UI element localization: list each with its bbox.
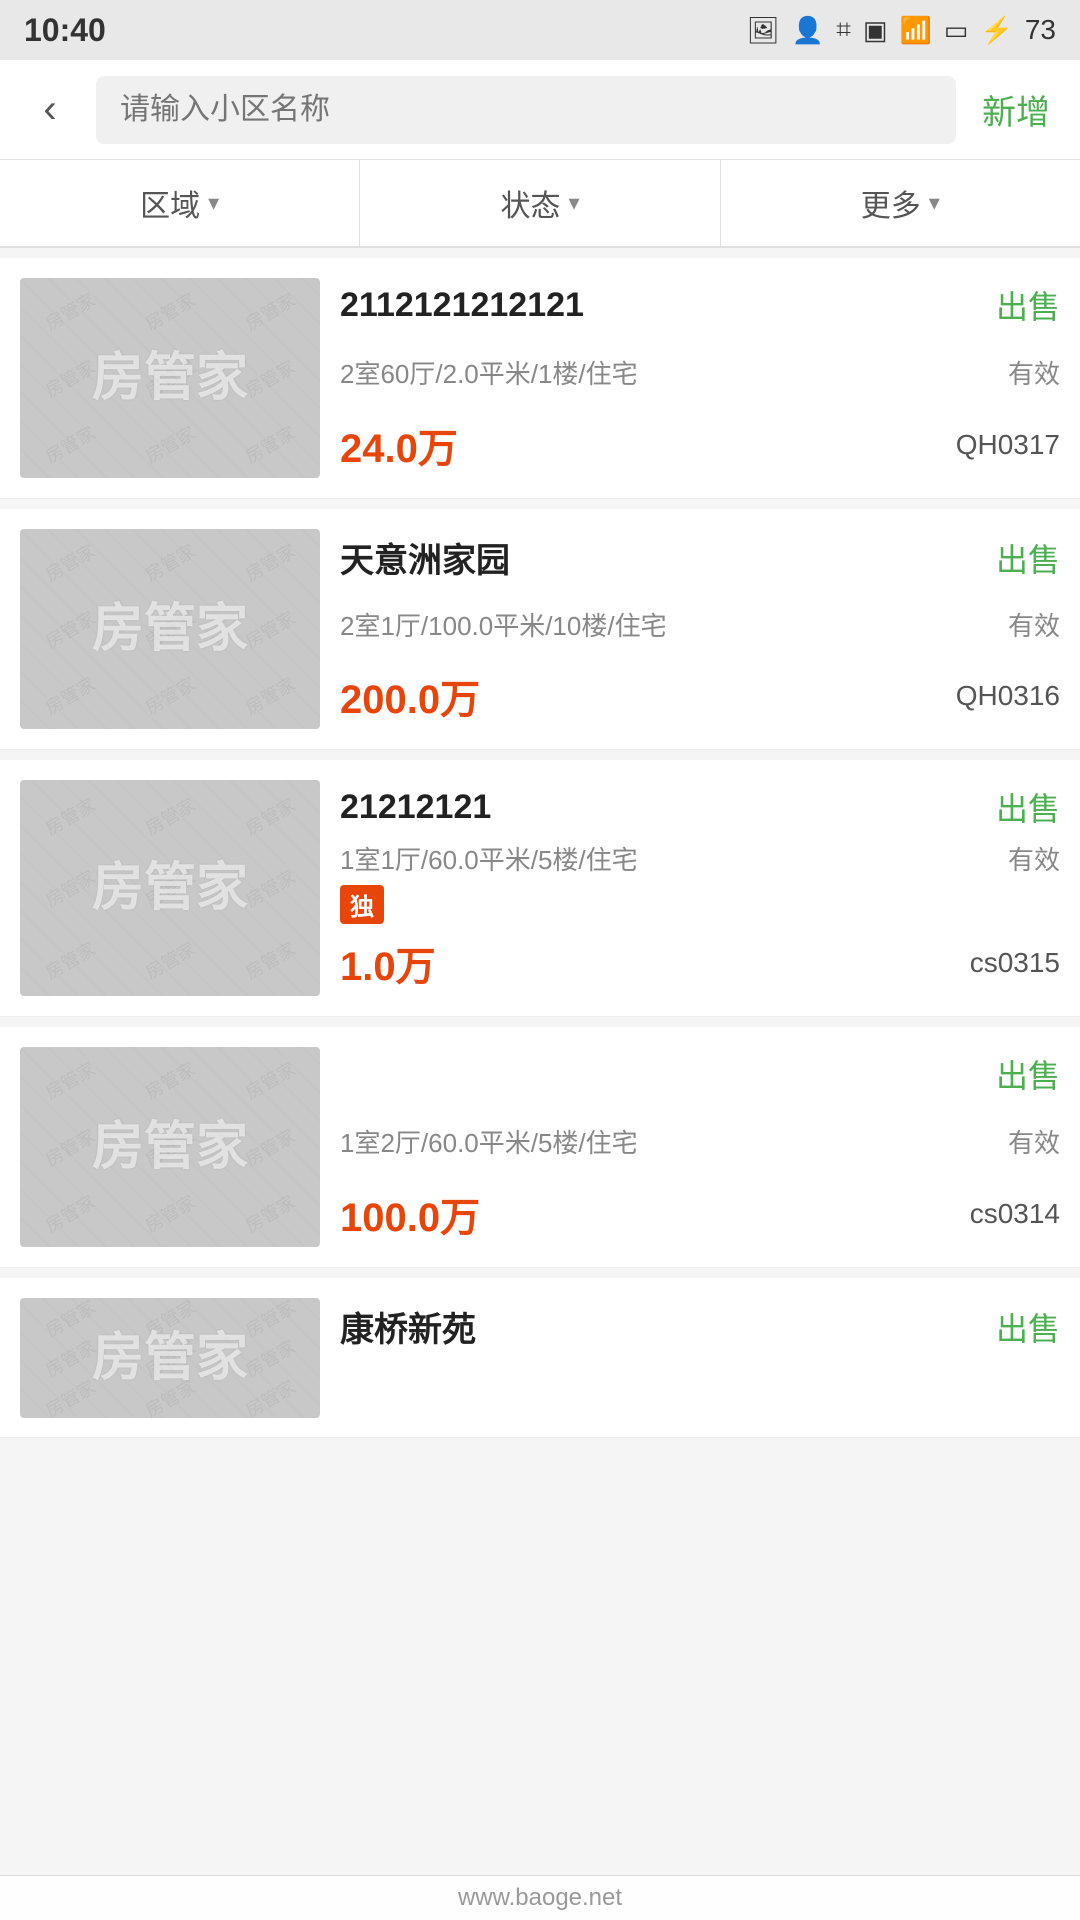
thumb-text: 房管家 xyxy=(92,347,248,409)
back-button[interactable]: ‹ xyxy=(20,87,80,132)
filter-more[interactable]: 更多 ▾ xyxy=(721,160,1080,246)
listing-title: 21212121 xyxy=(340,788,491,827)
listing-sale-status: 出售 xyxy=(996,1051,1060,1097)
dual-sim-icon: ▣ xyxy=(863,15,888,46)
listing-meta: 1室1厅/60.0平米/5楼/住宅 有效 xyxy=(340,840,1060,877)
header: ‹ 新增 xyxy=(0,60,1080,160)
listing-info: 出售 1室2厅/60.0平米/5楼/住宅 有效 100.0万 cs0314 xyxy=(340,1047,1060,1247)
filter-area[interactable]: 区域 ▾ xyxy=(0,160,360,246)
listing-sale-status: 出售 xyxy=(996,784,1060,830)
filter-bar: 区域 ▾ 状态 ▾ 更多 ▾ xyxy=(0,160,1080,248)
listing-top-row: 天意洲家园 出售 xyxy=(340,533,1060,582)
thumb-text: 房管家 xyxy=(92,857,248,919)
listing-thumbnail: 房管家房管家房管家 房管家房管家房管家 房管家房管家房管家 房管家 xyxy=(20,780,320,996)
listing-thumbnail: 房管家房管家房管家 房管家房管家房管家 房管家房管家房管家 房管家 xyxy=(20,1298,320,1418)
listing-top-row: 出售 xyxy=(340,1051,1060,1097)
listing-card[interactable]: 房管家房管家房管家 房管家房管家房管家 房管家房管家房管家 房管家 212121… xyxy=(0,760,1080,1017)
listing-card[interactable]: 房管家房管家房管家 房管家房管家房管家 房管家房管家房管家 房管家 211212… xyxy=(0,258,1080,499)
listing-valid: 有效 xyxy=(1008,354,1060,391)
filter-more-arrow: ▾ xyxy=(929,190,940,216)
search-input[interactable] xyxy=(120,93,932,127)
listing-info: 21212121 出售 1室1厅/60.0平米/5楼/住宅 有效 独 1.0万 … xyxy=(340,780,1060,996)
listing-top-row: 康桥新苑 出售 xyxy=(340,1302,1060,1351)
screen-icon: ▭ xyxy=(944,15,969,46)
filter-area-arrow: ▾ xyxy=(208,190,219,216)
listing-meta-text: 2室1厅/100.0平米/10楼/住宅 xyxy=(340,606,667,643)
listing-price: 24.0万 xyxy=(340,416,458,474)
listing-price: 200.0万 xyxy=(340,667,480,725)
battery-level: 73 xyxy=(1025,14,1056,46)
bottom-watermark: www.baoge.net xyxy=(0,1875,1080,1920)
filter-status-arrow: ▾ xyxy=(568,190,579,216)
listing-price-row: 1.0万 cs0315 xyxy=(340,934,1060,992)
listing-valid: 有效 xyxy=(1008,840,1060,877)
listing-sale-status: 出售 xyxy=(996,535,1060,581)
exclusive-tag: 独 xyxy=(340,885,384,924)
new-button[interactable]: 新增 xyxy=(972,85,1060,134)
status-time: 10:40 xyxy=(24,12,106,49)
listing-price-row: 200.0万 QH0316 xyxy=(340,667,1060,725)
listing-code: cs0314 xyxy=(970,1198,1060,1230)
wifi-icon: 📶 xyxy=(900,15,932,46)
listing-thumbnail: 房管家房管家房管家 房管家房管家房管家 房管家房管家房管家 房管家 xyxy=(20,278,320,478)
listing-sale-status: 出售 xyxy=(996,1304,1060,1350)
charge-icon: ⚡ xyxy=(980,15,1012,46)
filter-status[interactable]: 状态 ▾ xyxy=(360,160,720,246)
thumb-text: 房管家 xyxy=(92,1327,248,1389)
listing-meta-text: 1室2厅/60.0平米/5楼/住宅 xyxy=(340,1123,638,1160)
listing-code: cs0315 xyxy=(970,947,1060,979)
filter-more-label: 更多 xyxy=(861,181,921,225)
listing-card[interactable]: 房管家房管家房管家 房管家房管家房管家 房管家房管家房管家 房管家 出售 1室2… xyxy=(0,1027,1080,1268)
thumb-text: 房管家 xyxy=(92,598,248,660)
listing-valid: 有效 xyxy=(1008,606,1060,643)
listing-card-partial[interactable]: 房管家房管家房管家 房管家房管家房管家 房管家房管家房管家 房管家 康桥新苑 出… xyxy=(0,1278,1080,1438)
listing-price: 1.0万 xyxy=(340,934,436,992)
listing-top-row: 21212121 出售 xyxy=(340,784,1060,830)
status-bar: 10:40 🖼 👤 ⌗ ▣ 📶 ▭ ⚡ 73 xyxy=(0,0,1080,60)
listing-title: 天意洲家园 xyxy=(340,533,510,582)
listing-code: QH0316 xyxy=(956,680,1060,712)
thumb-text: 房管家 xyxy=(92,1116,248,1178)
listing-top-row: 2112121212121 出售 xyxy=(340,282,1060,328)
listing-thumbnail: 房管家房管家房管家 房管家房管家房管家 房管家房管家房管家 房管家 xyxy=(20,1047,320,1247)
status-right: 🖼 👤 ⌗ ▣ 📶 ▭ ⚡ 73 xyxy=(747,14,1056,46)
listing-title: 2112121212121 xyxy=(340,286,584,325)
listing-info: 天意洲家园 出售 2室1厅/100.0平米/10楼/住宅 有效 200.0万 Q… xyxy=(340,529,1060,729)
listing-card[interactable]: 房管家房管家房管家 房管家房管家房管家 房管家房管家房管家 房管家 天意洲家园 … xyxy=(0,509,1080,750)
listing-meta: 2室60厅/2.0平米/1楼/住宅 有效 xyxy=(340,354,1060,391)
filter-status-label: 状态 xyxy=(500,181,560,225)
listing-price: 100.0万 xyxy=(340,1185,480,1243)
listing-meta-text: 2室60厅/2.0平米/1楼/住宅 xyxy=(340,354,638,391)
listing-valid: 有效 xyxy=(1008,1123,1060,1160)
listing-meta: 2室1厅/100.0平米/10楼/住宅 有效 xyxy=(340,606,1060,643)
search-wrapper[interactable] xyxy=(96,76,956,144)
listing-code: QH0317 xyxy=(956,429,1060,461)
usb-icon: ⌗ xyxy=(836,14,851,46)
bottom-watermark-text: www.baoge.net xyxy=(458,1884,622,1911)
listing-price-row: 100.0万 cs0314 xyxy=(340,1185,1060,1243)
listing-meta: 1室2厅/60.0平米/5楼/住宅 有效 xyxy=(340,1123,1060,1160)
listing-tag-row: 独 xyxy=(340,885,1060,924)
person-icon: 👤 xyxy=(792,15,824,46)
filter-area-label: 区域 xyxy=(140,181,200,225)
photo-icon: 🖼 xyxy=(747,15,780,46)
listing-sale-status: 出售 xyxy=(996,282,1060,328)
listing-info: 2112121212121 出售 2室60厅/2.0平米/1楼/住宅 有效 24… xyxy=(340,278,1060,478)
listing-price-row: 24.0万 QH0317 xyxy=(340,416,1060,474)
listing-list: 房管家房管家房管家 房管家房管家房管家 房管家房管家房管家 房管家 211212… xyxy=(0,258,1080,1438)
listing-title: 康桥新苑 xyxy=(340,1302,476,1351)
listing-info: 康桥新苑 出售 xyxy=(340,1298,1060,1417)
listing-thumbnail: 房管家房管家房管家 房管家房管家房管家 房管家房管家房管家 房管家 xyxy=(20,529,320,729)
listing-meta-text: 1室1厅/60.0平米/5楼/住宅 xyxy=(340,840,638,877)
